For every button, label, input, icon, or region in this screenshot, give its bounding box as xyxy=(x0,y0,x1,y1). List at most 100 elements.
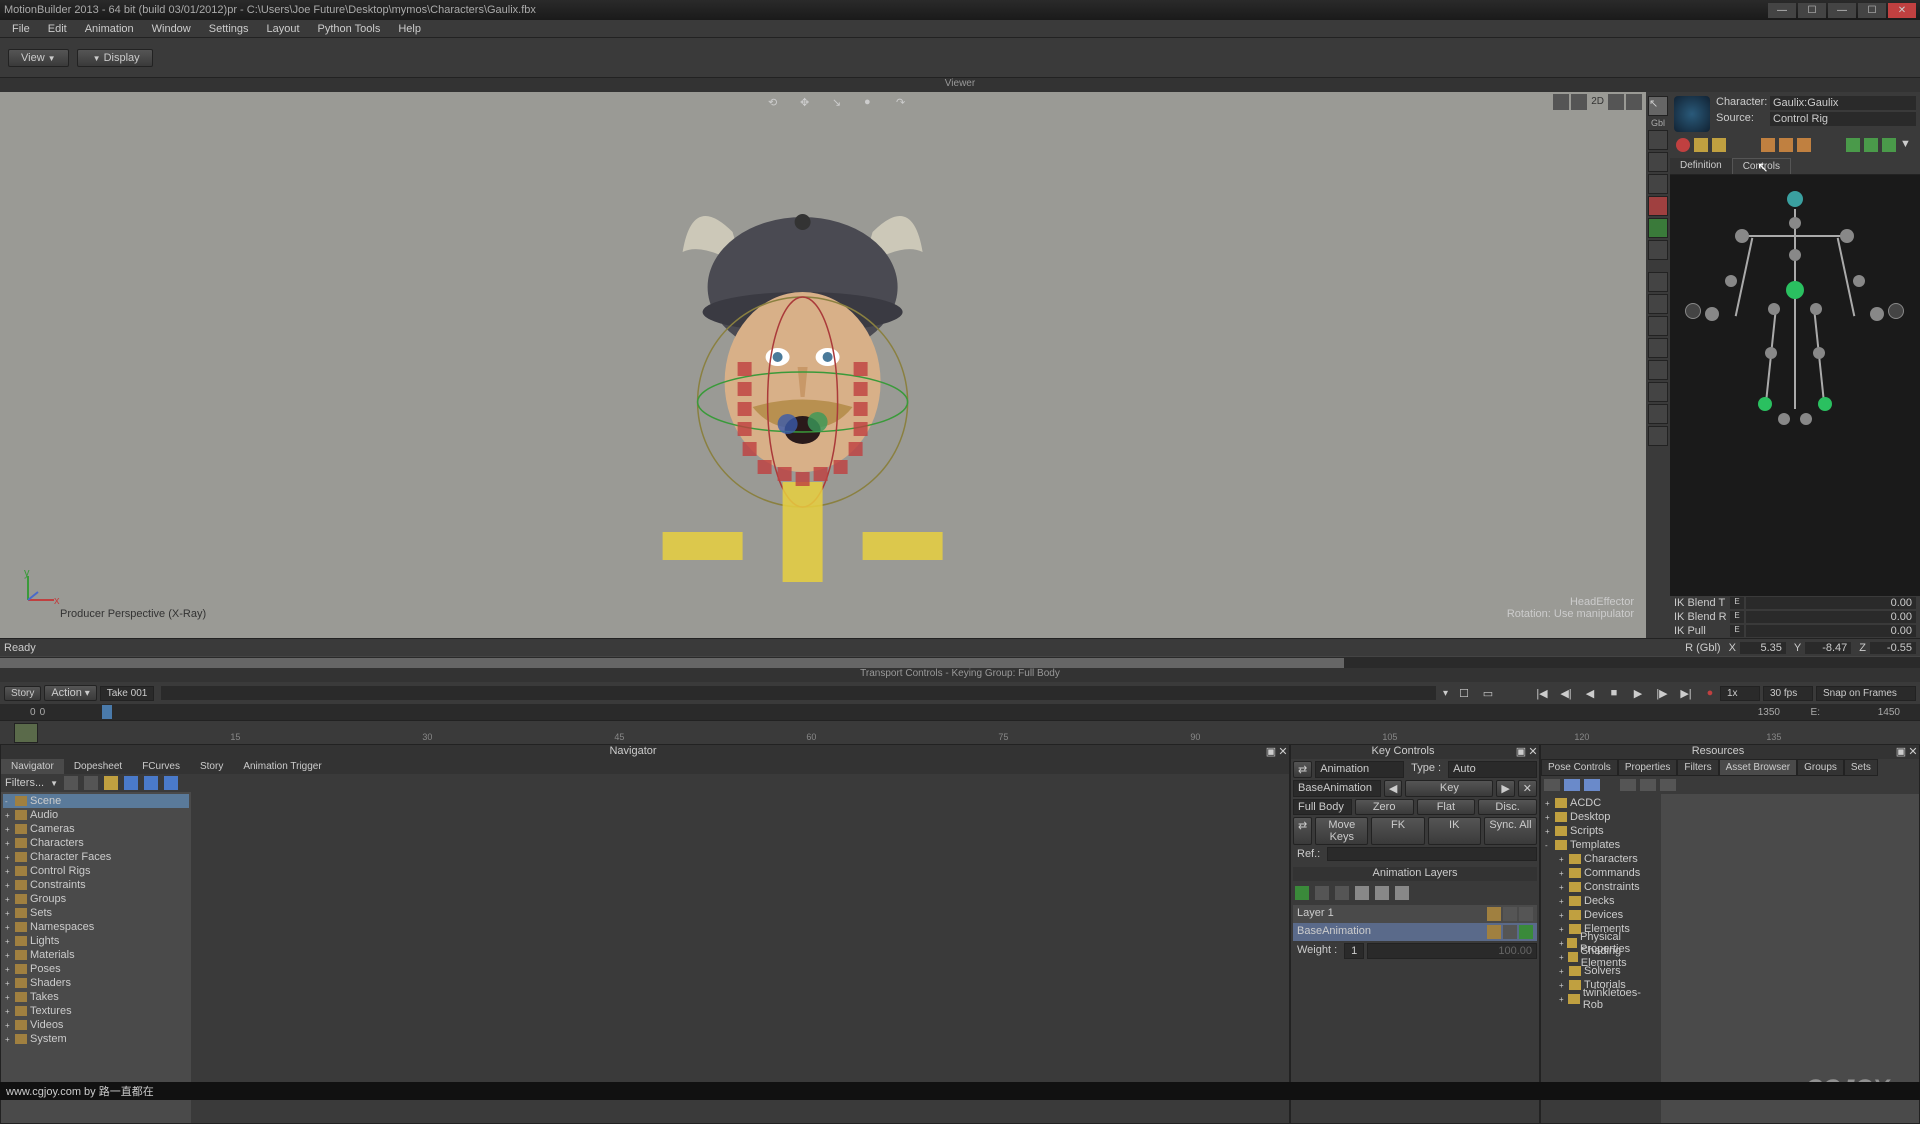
viewport-tool-icon[interactable] xyxy=(1553,94,1569,110)
panel-close-icon[interactable]: ✕ xyxy=(1907,745,1919,759)
orbit-icon[interactable]: ⟲ xyxy=(768,96,790,118)
layer-tool-icon[interactable] xyxy=(1315,886,1329,900)
loop2-icon[interactable]: ▭ xyxy=(1481,687,1495,700)
tree-item[interactable]: +Namespaces xyxy=(3,920,189,934)
tree-item[interactable]: +Textures xyxy=(3,1004,189,1018)
rotate-tool-icon[interactable] xyxy=(1648,152,1668,172)
ik-button[interactable]: IK xyxy=(1428,817,1481,845)
source-dropdown[interactable]: Control Rig xyxy=(1770,112,1916,126)
tab-controls[interactable]: Controls xyxy=(1732,158,1791,174)
tree-item[interactable]: +Shading Elements xyxy=(1543,950,1659,964)
select-tool-icon[interactable]: ↖ xyxy=(1648,96,1668,116)
panel-pin-icon[interactable]: ▣ xyxy=(1515,745,1527,759)
tree-item[interactable]: -Scene xyxy=(3,794,189,808)
cc-tool-icon[interactable] xyxy=(1779,138,1793,152)
tree-item[interactable]: +Commands xyxy=(1543,866,1659,880)
layer-row[interactable]: BaseAnimation xyxy=(1293,923,1537,941)
menu-file[interactable]: File xyxy=(4,22,38,36)
layer-tool-icon[interactable] xyxy=(1335,886,1349,900)
layer-list[interactable]: Layer 1 BaseAnimation xyxy=(1293,905,1537,941)
timeline-bottom[interactable]: 15 30 45 60 75 90 105 120 135 xyxy=(0,720,1920,744)
move-tool-icon[interactable] xyxy=(1648,130,1668,150)
prop-checkbox[interactable]: E xyxy=(1730,625,1744,637)
step-fwd-icon[interactable]: |▶ xyxy=(1655,687,1669,700)
cc-tool-icon[interactable] xyxy=(1712,138,1726,152)
tree-item[interactable]: +Lights xyxy=(3,934,189,948)
tree-item[interactable]: +Character Faces xyxy=(3,850,189,864)
filters-dropdown[interactable]: Filters... xyxy=(5,777,44,789)
tree-item[interactable]: +Poses xyxy=(3,962,189,976)
hand-tool-icon[interactable] xyxy=(1648,240,1668,260)
wireframe-tool-icon[interactable] xyxy=(1648,294,1668,314)
display-dropdown[interactable]: ▼ Display xyxy=(77,49,153,67)
panel-pin-icon[interactable]: ▣ xyxy=(1265,745,1277,759)
tree-item[interactable]: +Scripts xyxy=(1543,824,1659,838)
nav-tool-icon[interactable] xyxy=(124,776,138,790)
tree-item[interactable]: +Decks xyxy=(1543,894,1659,908)
nav-tool-icon[interactable] xyxy=(104,776,118,790)
app-maximize-button[interactable]: ☐ xyxy=(1858,3,1886,18)
weight-value[interactable]: 100.00 xyxy=(1367,943,1537,959)
flat-button[interactable]: Flat xyxy=(1417,799,1476,815)
timeline-top[interactable]: 0 0 1350 E: 1450 xyxy=(0,704,1920,720)
tab-animation-trigger[interactable]: Animation Trigger xyxy=(233,759,331,774)
res-view-icon[interactable] xyxy=(1544,779,1560,791)
prop-value[interactable]: 0.00 xyxy=(1746,597,1916,609)
brush-tool-icon[interactable] xyxy=(1648,196,1668,216)
zero-button[interactable]: Zero xyxy=(1355,799,1414,815)
layer-lock-icon[interactable] xyxy=(1519,907,1533,921)
step-back-icon[interactable]: ◀| xyxy=(1559,687,1573,700)
take-field[interactable]: Take 001 xyxy=(100,686,155,701)
animation-dropdown[interactable]: Animation xyxy=(1315,761,1404,778)
viewport-tool-icon[interactable] xyxy=(1608,94,1624,110)
panel-close-icon[interactable]: ✕ xyxy=(1277,745,1289,759)
res-view-icon[interactable] xyxy=(1564,779,1580,791)
menu-layout[interactable]: Layout xyxy=(259,22,308,36)
tree-item[interactable]: +ACDC xyxy=(1543,796,1659,810)
tree-item[interactable]: +Cameras xyxy=(3,822,189,836)
light-tool-icon[interactable] xyxy=(1648,360,1668,380)
nav-tool-icon[interactable] xyxy=(144,776,158,790)
ref-field[interactable] xyxy=(1327,847,1537,861)
res-view-icon[interactable] xyxy=(1620,779,1636,791)
pan-icon[interactable]: ✥ xyxy=(800,96,822,118)
viewport-tool-icon[interactable] xyxy=(1571,94,1587,110)
menu-edit[interactable]: Edit xyxy=(40,22,75,36)
panel-close-icon[interactable]: ✕ xyxy=(1527,745,1539,759)
prop-value[interactable]: 0.00 xyxy=(1746,611,1916,623)
dot-tool-icon[interactable] xyxy=(1648,404,1668,424)
res-view-icon[interactable] xyxy=(1584,779,1600,791)
menu-window[interactable]: Window xyxy=(144,22,199,36)
panel-pin-icon[interactable]: ▣ xyxy=(1895,745,1907,759)
star-tool-icon[interactable] xyxy=(1648,382,1668,402)
disc-button[interactable]: Disc. xyxy=(1478,799,1537,815)
menu-animation[interactable]: Animation xyxy=(77,22,142,36)
timeline-marker[interactable] xyxy=(102,705,112,719)
next-key-icon[interactable]: ▶ xyxy=(1496,780,1514,797)
status-z[interactable]: -0.55 xyxy=(1870,642,1916,654)
layer-tool-icon[interactable] xyxy=(1355,886,1369,900)
menu-help[interactable]: Help xyxy=(390,22,429,36)
layer-solo-icon[interactable] xyxy=(1487,925,1501,939)
tab-definition[interactable]: Definition xyxy=(1670,158,1732,174)
weight-dropdown[interactable]: 1 xyxy=(1344,943,1364,959)
cc-tool-icon[interactable] xyxy=(1864,138,1878,152)
prop-checkbox[interactable]: E xyxy=(1730,597,1744,609)
close-button[interactable]: ✕ xyxy=(1888,3,1916,18)
layer-mute-icon[interactable] xyxy=(1503,907,1517,921)
viewport[interactable]: 2D xyxy=(0,92,1646,638)
res-view-icon[interactable] xyxy=(1640,779,1656,791)
roll-icon[interactable]: ↷ xyxy=(896,96,918,118)
nav-tool-icon[interactable] xyxy=(64,776,78,790)
layer-row[interactable]: Layer 1 xyxy=(1293,905,1537,923)
cc-tool-icon[interactable] xyxy=(1882,138,1896,152)
character-figure[interactable] xyxy=(1670,175,1920,596)
goto-start-icon[interactable]: |◀ xyxy=(1535,687,1549,700)
tab-sets[interactable]: Sets xyxy=(1844,759,1878,776)
maximize-button[interactable]: ☐ xyxy=(1798,3,1826,18)
tree-item[interactable]: +Sets xyxy=(3,906,189,920)
snap-field[interactable]: Snap on Frames xyxy=(1816,686,1916,701)
tab-filters[interactable]: Filters xyxy=(1677,759,1718,776)
tree-item[interactable]: +Groups xyxy=(3,892,189,906)
key-link2-icon[interactable]: ⇄ xyxy=(1293,817,1312,845)
